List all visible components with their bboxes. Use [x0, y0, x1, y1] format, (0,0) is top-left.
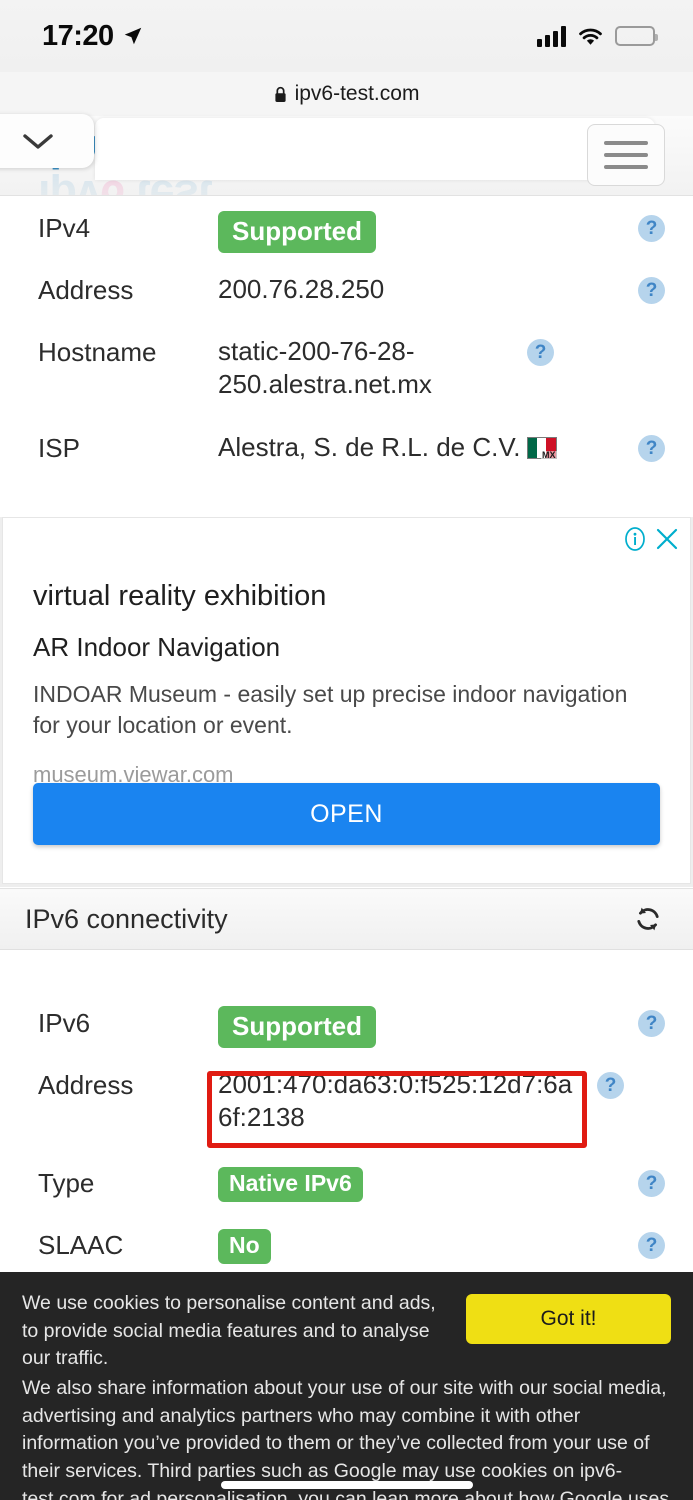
help-icon: ?: [638, 435, 665, 462]
row-value: Supported: [218, 197, 619, 254]
row-value: No: [218, 1214, 619, 1264]
cookie-paragraph-1: We use cookies to personalise content an…: [22, 1292, 436, 1370]
ad-close-icon[interactable]: [654, 526, 680, 552]
home-indicator: [220, 1481, 473, 1489]
help-icon: ?: [638, 215, 665, 242]
status-bar-right: [537, 25, 658, 47]
help-icon: ?: [597, 1072, 624, 1099]
ipv6-results-table: IPv6 Supported ? Address 2001:470:da63:0…: [0, 992, 693, 1276]
cookie-consent-banner: We use cookies to personalise content an…: [0, 1272, 693, 1500]
help-button[interactable]: ?: [508, 321, 554, 366]
ad-open-button[interactable]: OPEN: [33, 783, 660, 845]
help-icon: ?: [638, 1232, 665, 1259]
row-label: Address: [38, 275, 134, 305]
slaac-badge: No: [218, 1229, 271, 1264]
hamburger-bar: [604, 153, 648, 157]
help-icon: ?: [638, 277, 665, 304]
ad-description: INDOAR Museum - easily set up precise in…: [33, 681, 628, 738]
ipv6-section-header: IPv6 connectivity: [0, 888, 693, 950]
type-badge: Native IPv6: [218, 1167, 363, 1202]
help-button[interactable]: ?: [578, 1054, 624, 1099]
help-button[interactable]: ?: [619, 992, 665, 1037]
help-icon: ?: [527, 339, 554, 366]
ipv4-address-value[interactable]: 200.76.28.250: [218, 259, 619, 306]
help-button[interactable]: ?: [619, 197, 665, 242]
wifi-icon: [579, 28, 602, 45]
row-label: IPv6: [38, 1008, 91, 1038]
help-button[interactable]: ?: [619, 259, 665, 304]
row-label: ISP: [38, 433, 80, 463]
row-label: Address: [38, 1070, 134, 1100]
section-title: IPv6 connectivity: [25, 903, 228, 934]
battery-icon: [615, 26, 658, 46]
help-button[interactable]: ?: [619, 1152, 665, 1197]
status-badge: Supported: [218, 1006, 376, 1049]
location-arrow-icon: [124, 27, 141, 45]
advertisement-container: virtual reality exhibition AR Indoor Nav…: [0, 517, 693, 887]
phone-screen: 17:20 ipv6-test.com ipv: [0, 0, 693, 1500]
hostname-value: static-200-76-28-250.alestra.net.mx: [218, 336, 432, 400]
isp-name: Alestra, S. de R.L. de C.V.: [218, 432, 521, 462]
cellular-signal-icon: [537, 25, 566, 47]
hamburger-bar: [604, 141, 648, 145]
isp-value: Alestra, S. de R.L. de C.V. MX: [218, 417, 619, 464]
row-label: SLAAC: [38, 1230, 124, 1260]
row-label: IPv4: [38, 213, 91, 243]
help-icon: ?: [638, 1170, 665, 1197]
help-button[interactable]: ?: [619, 417, 665, 462]
url-text: ipv6-test.com: [294, 82, 420, 105]
table-row: Hostname static-200-76-28-250.alestra.ne…: [0, 321, 693, 417]
ipv4-results-table: IPv4 Supported ? Address 200.76.28.250 ?…: [0, 197, 693, 479]
table-row: SLAAC No ?: [0, 1214, 693, 1276]
advertisement[interactable]: virtual reality exhibition AR Indoor Nav…: [2, 517, 691, 884]
hamburger-bar: [604, 165, 648, 169]
chevron-down-icon: [23, 134, 53, 149]
status-bar-left: 17:20: [42, 20, 144, 53]
table-row: ISP Alestra, S. de R.L. de C.V. MX ?: [0, 417, 693, 479]
status-badge: Supported: [218, 211, 376, 254]
table-row: Address 200.76.28.250 ?: [0, 259, 693, 321]
hamburger-menu-button[interactable]: [587, 124, 665, 186]
ad-headline: virtual reality exhibition: [33, 580, 327, 612]
table-row: Address 2001:470:da63:0:f525:12d7:6a6f:2…: [0, 1054, 693, 1152]
help-button[interactable]: ?: [619, 1214, 665, 1259]
refresh-icon[interactable]: [633, 904, 663, 934]
flag-code: MX: [541, 450, 557, 460]
ipv6-address-value[interactable]: 2001:470:da63:0:f525:12d7:6a6f:2138: [218, 1054, 578, 1135]
form-assistant-collapse-button[interactable]: [0, 114, 94, 168]
logo-reflect-prefix: ipv: [38, 171, 100, 195]
row-value: Supported: [218, 992, 619, 1049]
cookie-accept-button[interactable]: Got it!: [466, 1294, 671, 1344]
ad-info-icon[interactable]: [622, 526, 648, 552]
mexico-flag-icon: MX: [526, 437, 557, 460]
autofill-overlay-card: [95, 118, 655, 180]
browser-url-bar[interactable]: ipv6-test.com: [0, 72, 693, 116]
table-row: IPv4 Supported ?: [0, 197, 693, 259]
ad-controls: [622, 526, 680, 552]
row-value: Native IPv6: [218, 1152, 619, 1202]
lock-icon: [274, 86, 286, 102]
ios-status-bar: 17:20: [0, 0, 693, 72]
help-icon: ?: [638, 1010, 665, 1037]
status-bar-clock: 17:20: [42, 19, 114, 52]
row-label: Hostname: [38, 337, 157, 367]
ad-subheadline: AR Indoor Navigation: [33, 632, 281, 663]
row-label: Type: [38, 1168, 95, 1198]
table-row: IPv6 Supported ?: [0, 992, 693, 1054]
table-row: Type Native IPv6 ?: [0, 1152, 693, 1214]
